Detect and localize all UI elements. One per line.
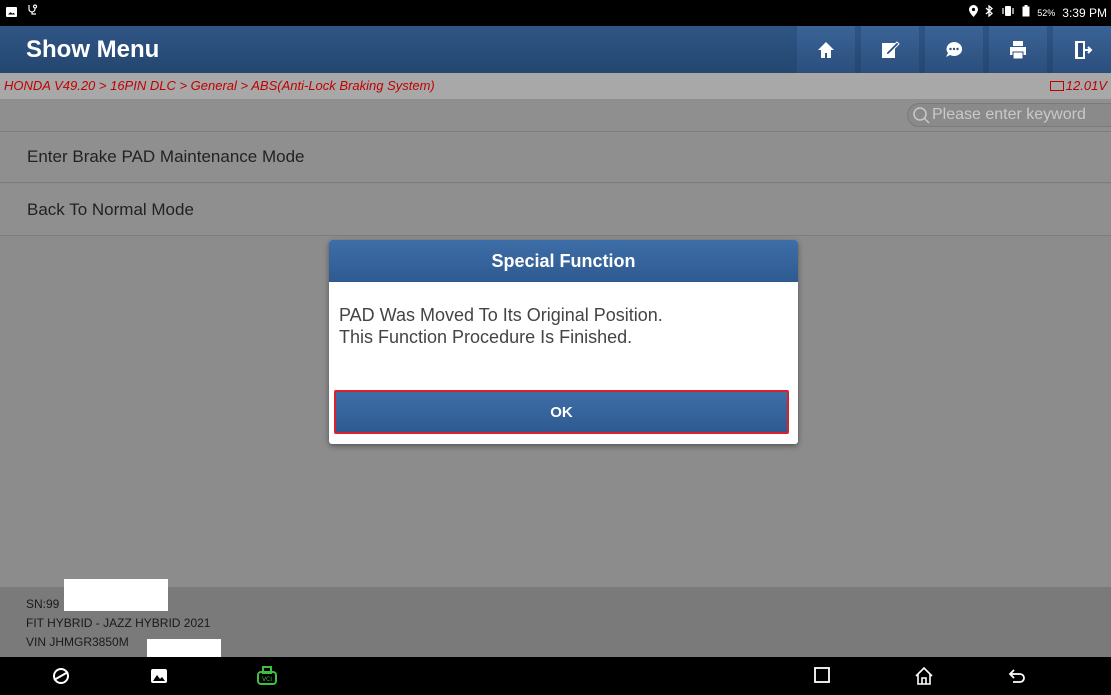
clock: 3:39 PM [1062,5,1107,20]
menu-item-back-to-normal[interactable]: Back To Normal Mode [0,184,1111,236]
search-input[interactable]: Please enter keyword [907,103,1111,127]
battery-percent: 52% [1037,7,1056,18]
special-function-dialog: Special Function PAD Was Moved To Its Or… [329,240,798,444]
search-icon [913,107,930,124]
vehicle-vin: VIN JHMGR3850M [26,635,129,649]
vehicle-info-panel: SN:99 FIT HYBRID - JAZZ HYBRID 2021 VIN … [0,579,1111,657]
navigation-bar: VCI [0,657,1111,695]
svg-text:VCI: VCI [262,676,272,683]
menu-item-label: Back To Normal Mode [27,199,194,219]
home-nav-icon[interactable] [914,666,934,691]
print-button[interactable] [989,26,1047,73]
breadcrumb-path: HONDA V49.20 > 16PIN DLC > General > ABS… [4,78,435,93]
redaction-box [64,579,168,611]
search-placeholder: Please enter keyword [932,106,1086,123]
serial-number: SN:99 [26,597,60,611]
breadcrumb: HONDA V49.20 > 16PIN DLC > General > ABS… [0,73,1111,99]
edit-report-icon [882,40,900,58]
vci-icon[interactable]: VCI [255,666,279,693]
battery-icon [1022,5,1030,20]
dialog-message-line: PAD Was Moved To Its Original Position. [339,305,663,325]
gallery-icon[interactable] [149,666,169,691]
page-title: Show Menu [26,36,160,63]
back-icon[interactable] [1007,666,1027,691]
exit-button[interactable] [1053,26,1111,73]
feedback-button[interactable] [925,26,983,73]
dialog-title: Special Function [329,240,798,282]
exit-icon [1075,40,1093,59]
search-row: Please enter keyword [0,99,1111,131]
image-notification-icon [6,6,17,17]
voltage-value: 12.01V [1065,78,1107,93]
header-toolbar [791,26,1111,73]
vehicle-battery-icon [1049,80,1064,91]
browser-icon[interactable] [51,666,71,691]
vci-connection-icon [27,4,39,19]
battery-voltage: 12.01V [1049,78,1107,93]
recent-apps-icon[interactable] [813,666,831,689]
home-button[interactable] [797,26,855,73]
redaction-box [147,639,221,657]
bluetooth-icon [985,4,994,20]
edit-report-button[interactable] [861,26,919,73]
status-bar: 52% 3:39 PM [0,0,1111,26]
menu-item-enter-maintenance[interactable]: Enter Brake PAD Maintenance Mode [0,131,1111,183]
location-icon [969,5,979,20]
ok-button[interactable]: OK [334,390,789,434]
feedback-icon [946,41,963,57]
app-header: Show Menu [0,26,1111,73]
print-icon [1010,40,1026,59]
vehicle-model: FIT HYBRID - JAZZ HYBRID 2021 [26,616,211,630]
home-icon [818,41,834,58]
dialog-message: PAD Was Moved To Its Original Position. … [339,304,663,348]
dialog-message-line: This Function Procedure Is Finished. [339,327,633,347]
vibrate-icon [1001,5,1015,20]
menu-item-label: Enter Brake PAD Maintenance Mode [27,147,305,166]
